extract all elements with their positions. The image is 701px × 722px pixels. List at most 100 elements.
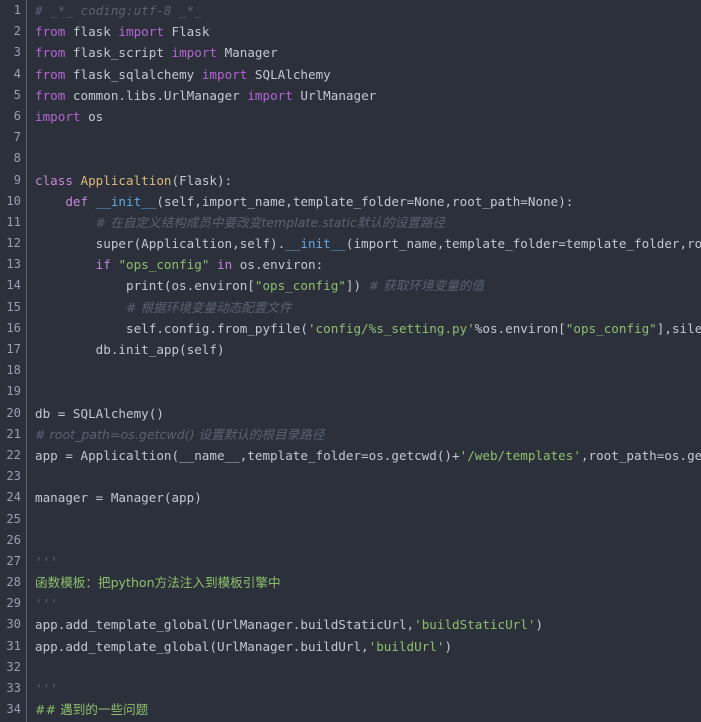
code-line[interactable]: ## 遇到的一些问题 [28, 699, 701, 720]
code-line[interactable]: ''' [28, 593, 701, 614]
code-line[interactable] [28, 381, 701, 402]
line-number: 27 [6, 553, 21, 568]
code-token: 'config/%s_setting.py' [307, 320, 475, 336]
line-number: 23 [6, 469, 21, 484]
code-line[interactable]: app.add_template_global(UrlManager.build… [28, 614, 701, 635]
code-token: UrlManager [292, 87, 377, 103]
line-number: 29 [6, 596, 21, 611]
code-token: 函数模板：把python方法注入到模板引擎中 [35, 575, 281, 591]
line-number-gutter: 1 2 3 4 5 6 7 8 9 10 11 12 13 14 15 16 17 18 19 20 21 22 23 24 2… [0, 0, 27, 722]
code-token: (Flask): [171, 172, 233, 188]
code-line[interactable]: manager = Manager(app) [28, 487, 701, 508]
code-line[interactable] [28, 148, 701, 169]
code-token: __init__ [285, 236, 346, 252]
code-line[interactable] [28, 530, 701, 551]
code-line[interactable]: # 根据环境变量动态配置文件 [28, 297, 701, 318]
code-token: import [201, 66, 248, 82]
code-line[interactable]: from flask_sqlalchemy import SQLAlchemy [28, 64, 701, 85]
code-token: flask_sqlalchemy [65, 66, 202, 82]
code-token: # _*_ coding:utf-8 _*_ [35, 3, 202, 18]
line-number: 9 [13, 172, 21, 187]
code-token: ''' [35, 681, 58, 696]
code-editor[interactable]: 1 2 3 4 5 6 7 8 9 10 11 12 13 14 15 16 17 18 19 20 21 22 23 24 2… [0, 0, 701, 722]
code-token: db = SQLAlchemy() [35, 405, 164, 421]
line-number: 17 [6, 342, 21, 356]
code-token: import [118, 24, 164, 40]
code-line[interactable]: print(os.environ["ops_config"]) # 获取环境变量… [28, 275, 701, 296]
code-token: common.libs.UrlManager [65, 87, 248, 103]
code-token: from [35, 66, 66, 82]
code-token: db.init_app(self) [35, 342, 225, 357]
code-token: os.environ: [232, 257, 324, 273]
code-token: os [80, 108, 104, 124]
code-token: self.config.from_pyfile( [35, 320, 308, 336]
code-token: import [35, 108, 81, 124]
line-number: 8 [13, 151, 21, 166]
code-line[interactable]: from common.libs.UrlManager import UrlMa… [28, 85, 701, 106]
line-number: 16 [6, 320, 21, 335]
code-token: flask [65, 24, 119, 40]
line-number: 28 [6, 575, 21, 590]
code-line[interactable]: db.init_app(self) [28, 339, 701, 360]
code-line[interactable] [28, 127, 701, 148]
code-token: from [35, 24, 66, 40]
code-line[interactable]: super(Applicaltion,self).__init__(import… [28, 233, 701, 254]
line-number: 11 [6, 214, 21, 229]
code-token: # root_path=os.getcwd() 设置默认的根目录路径 [35, 426, 325, 442]
line-number: 25 [6, 511, 21, 526]
line-number: 26 [6, 532, 21, 547]
code-line[interactable]: import os [28, 106, 701, 127]
line-number: 30 [6, 617, 21, 632]
code-token: app.add_template_global(UrlManager.build… [35, 617, 415, 633]
code-line[interactable]: # root_path=os.getcwd() 设置默认的根目录路径 [28, 424, 701, 445]
code-line[interactable]: def __init__(self,import_name,template_f… [28, 191, 701, 212]
line-number: 15 [6, 299, 21, 314]
code-token: print(os.environ[ [35, 278, 255, 294]
line-number: 5 [13, 87, 21, 102]
line-number: 31 [6, 638, 21, 653]
code-line[interactable]: self.config.from_pyfile('config/%s_setti… [28, 318, 701, 339]
code-token: (import_name,template_folder=template_fo… [345, 236, 701, 252]
line-number: 13 [6, 257, 21, 272]
code-token: # 在自定义结构成员中要改变template.static默认的设置路径 [95, 214, 445, 230]
code-token: SQLAlchemy [247, 66, 331, 82]
code-line[interactable]: 函数模板：把python方法注入到模板引擎中 [28, 572, 701, 593]
code-line[interactable]: app = Applicaltion(__name__,template_fol… [28, 445, 701, 466]
code-line[interactable]: app.add_template_global(UrlManager.build… [28, 636, 701, 657]
code-line[interactable]: if "ops_config" in os.environ: [28, 254, 701, 275]
code-token: # 根据环境变量动态配置文件 [126, 299, 292, 315]
line-number: 20 [6, 405, 21, 420]
code-token: ''' [35, 596, 58, 612]
code-line[interactable]: db = SQLAlchemy() [28, 403, 701, 424]
code-token: super(Applicaltion,self). [35, 236, 286, 252]
code-token: flask_script [65, 45, 172, 61]
code-content-area[interactable]: # _*_ coding:utf-8 _*_from flask import … [28, 0, 701, 722]
code-token: def [65, 193, 89, 209]
code-line[interactable] [28, 360, 701, 381]
line-number: 22 [6, 447, 21, 462]
code-line[interactable]: from flask import Flask [28, 21, 701, 42]
line-number: 2 [13, 24, 21, 39]
code-token: from [35, 45, 66, 61]
code-token: class [35, 172, 73, 188]
code-line[interactable]: # _*_ coding:utf-8 _*_ [28, 0, 701, 21]
code-token: 'buildUrl' [368, 638, 445, 654]
code-token: app = Applicaltion(__name__,template_fol… [35, 447, 460, 463]
code-token: ) [535, 617, 544, 633]
code-token: import [171, 45, 218, 61]
line-number: 3 [13, 45, 21, 60]
line-number: 6 [13, 108, 21, 123]
code-line[interactable]: ''' [28, 551, 701, 572]
code-line[interactable]: from flask_script import Manager [28, 42, 701, 63]
code-line[interactable]: class Applicaltion(Flask): [28, 170, 701, 191]
code-line[interactable]: ''' [28, 678, 701, 699]
code-line[interactable] [28, 509, 701, 530]
code-line[interactable] [28, 657, 701, 678]
line-number: 33 [6, 681, 21, 695]
code-line[interactable] [28, 466, 701, 487]
code-line[interactable]: # 在自定义结构成员中要改变template.static默认的设置路径 [28, 212, 701, 233]
line-number: 4 [13, 66, 21, 81]
